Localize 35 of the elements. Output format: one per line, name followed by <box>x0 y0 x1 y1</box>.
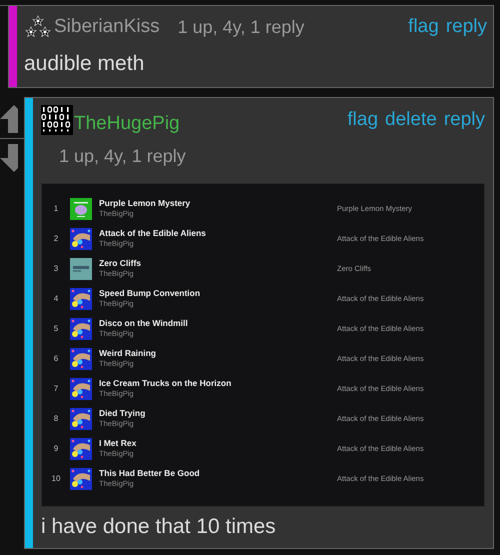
track-title: Zero Cliffs <box>99 258 142 269</box>
track-title: I Met Rex <box>99 438 138 449</box>
track-number: 8 <box>52 412 60 424</box>
track-number: 2 <box>52 232 60 244</box>
action-link[interactable]: reply <box>446 13 487 42</box>
track-number: 6 <box>52 352 60 364</box>
comment-text: i have done that 10 times <box>41 514 277 540</box>
track-number: 10 <box>50 472 62 484</box>
track-number: 4 <box>52 292 60 304</box>
track-title: Purple Lemon Mystery <box>99 198 192 209</box>
downvote-arrow-icon[interactable] <box>0 144 18 172</box>
comment-text: audible meth <box>24 50 146 76</box>
action-link[interactable]: delete <box>385 106 437 134</box>
track-title: Attack of the Edible Aliens <box>99 228 207 239</box>
comment-meta: 1 up, 4y, 1 reply <box>178 16 304 39</box>
username[interactable]: TheHugePig <box>74 110 180 138</box>
track-title: Weird Raining <box>99 348 157 359</box>
track-number: 9 <box>52 442 60 454</box>
track-title: Ice Cream Trucks on the Horizon <box>99 378 232 389</box>
track-number: 1 <box>52 202 60 214</box>
track-title: Disco on the Windmill <box>99 318 189 329</box>
track-title: Speed Bump Convention <box>99 288 202 299</box>
username[interactable]: SiberianKiss <box>54 13 160 42</box>
action-link[interactable]: flag <box>347 106 378 134</box>
action-link[interactable]: flag <box>408 13 439 42</box>
binary-avatar-icon <box>41 105 73 136</box>
track-title: Died Trying <box>99 408 146 419</box>
track-title: This Had Better Be Good <box>99 468 201 479</box>
track-number: 5 <box>52 322 60 334</box>
stars-avatar-icon <box>23 14 53 40</box>
track-number: 3 <box>52 262 60 274</box>
track-number: 7 <box>52 382 60 394</box>
comment-meta: 1 up, 4y, 1 reply <box>59 144 187 168</box>
upvote-arrow-icon[interactable] <box>0 105 18 133</box>
action-link[interactable]: reply <box>444 106 485 134</box>
